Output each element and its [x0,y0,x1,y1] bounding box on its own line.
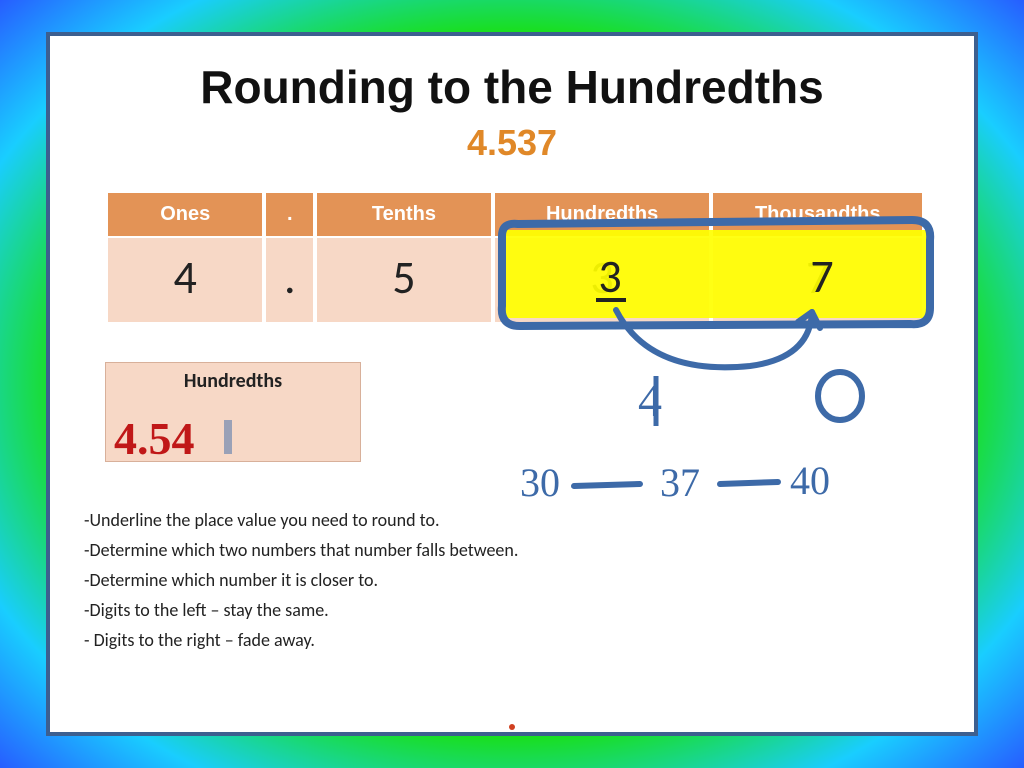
col-header-thousandths: Thousandths [712,192,923,237]
rule-item: -Underline the place value you need to r… [84,506,518,534]
digit-tenths: 5 [316,237,491,323]
answer-box: Hundredths [105,362,361,462]
laser-pointer-dot [509,724,515,730]
rule-item: - Digits to the right – fade away. [84,626,518,654]
digit-hundredths: 3 [494,237,711,323]
handwriting-zero-circle [818,372,862,420]
handwriting-range-right: 40 [790,458,830,503]
handwriting-range-mid: 37 [660,460,700,505]
table-digit-row: 4 . 5 3 7 [107,237,923,323]
col-header-ones: Ones [107,192,263,237]
rule-item: -Determine which two numbers that number… [84,536,518,564]
rule-item: -Digits to the left – stay the same. [84,596,518,624]
col-header-tenths: Tenths [316,192,491,237]
range-dash-2 [720,482,778,484]
digit-thousandths: 7 [712,237,923,323]
example-number: 4.537 [50,122,974,164]
handwriting-four: 4 [638,374,662,427]
slide-card: Rounding to the Hundredths 4.537 Ones . … [46,32,978,736]
col-header-hundredths: Hundredths [494,192,711,237]
rainbow-background: Rounding to the Hundredths 4.537 Ones . … [0,0,1024,768]
range-dash-1 [574,484,640,486]
rule-item: -Determine which number it is closer to. [84,566,518,594]
page-title: Rounding to the Hundredths [50,60,974,114]
col-header-decimal: . [265,192,314,237]
place-value-table: Ones . Tenths Hundredths Thousandths 4 .… [105,192,925,323]
answer-box-label: Hundredths [106,363,360,393]
table-header-row: Ones . Tenths Hundredths Thousandths [107,192,923,237]
instruction-list: -Underline the place value you need to r… [84,506,518,656]
digit-decimal: . [265,237,314,323]
handwriting-range-left: 30 [520,460,560,505]
digit-ones: 4 [107,237,263,323]
